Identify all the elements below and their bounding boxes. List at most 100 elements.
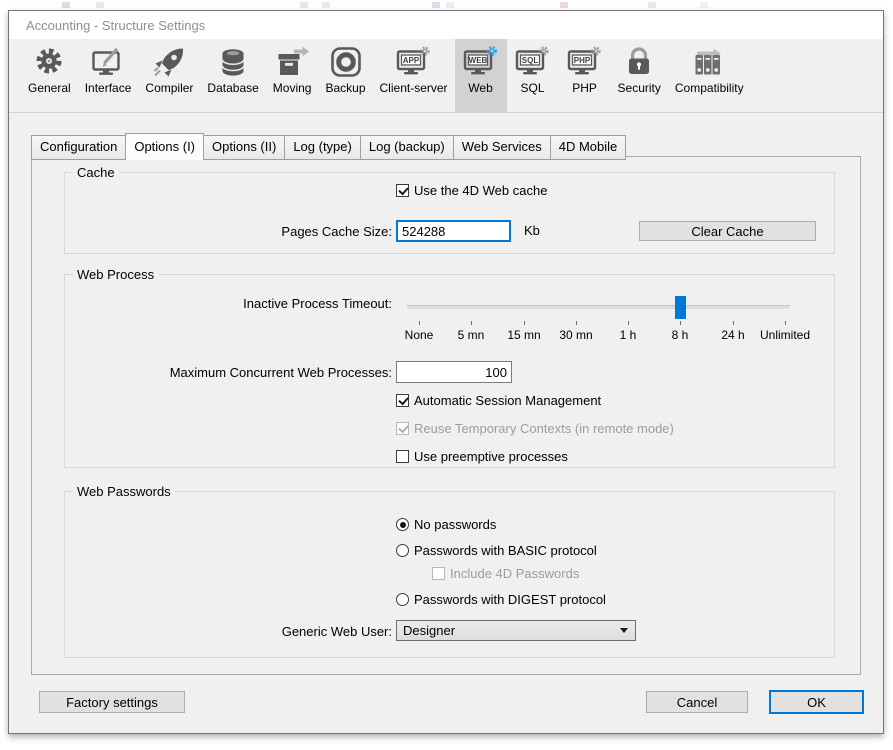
basic-protocol-radio[interactable] bbox=[396, 544, 409, 557]
slider-tick bbox=[471, 321, 472, 325]
clear-cache-button[interactable]: Clear Cache bbox=[639, 221, 816, 241]
cache-group-legend: Cache bbox=[73, 165, 119, 180]
include-4d-passwords-checkbox bbox=[432, 567, 445, 580]
cancel-button[interactable]: Cancel bbox=[646, 691, 748, 713]
timeout-slider-track[interactable] bbox=[407, 305, 790, 309]
tab-log-type[interactable]: Log (type) bbox=[285, 135, 361, 160]
toolbar-item-web[interactable]: WEB Web bbox=[455, 39, 507, 112]
automatic-session-row: Automatic Session Management bbox=[396, 393, 601, 408]
structure-settings-dialog: Accounting - Structure Settings General bbox=[8, 10, 884, 734]
toolbar-label: Client-server bbox=[380, 81, 448, 95]
svg-text:WEB: WEB bbox=[468, 56, 487, 65]
basic-protocol-label: Passwords with BASIC protocol bbox=[414, 543, 597, 558]
automatic-session-checkbox[interactable] bbox=[396, 394, 409, 407]
use-4d-web-cache-row: Use the 4D Web cache bbox=[396, 183, 547, 198]
toolbar-label: Backup bbox=[325, 81, 365, 95]
toolbar-item-backup[interactable]: Backup bbox=[318, 39, 372, 112]
svg-text:APP: APP bbox=[402, 56, 419, 65]
database-icon bbox=[214, 44, 252, 80]
basic-protocol-row: Passwords with BASIC protocol bbox=[396, 543, 597, 558]
slider-tick bbox=[785, 321, 786, 325]
toolbar-label: PHP bbox=[572, 81, 597, 95]
chevron-down-icon bbox=[620, 628, 628, 633]
toolbar-label: Moving bbox=[273, 81, 312, 95]
gear-icon bbox=[30, 44, 68, 80]
tab-4d-mobile[interactable]: 4D Mobile bbox=[551, 135, 627, 160]
web-monitor-gear-icon: WEB bbox=[462, 44, 500, 80]
digest-protocol-radio[interactable] bbox=[396, 593, 409, 606]
pages-cache-size-label: Pages Cache Size: bbox=[92, 224, 392, 239]
generic-web-user-dropdown[interactable]: Designer bbox=[396, 620, 636, 641]
tab-configuration[interactable]: Configuration bbox=[31, 135, 126, 160]
slider-tick bbox=[680, 321, 681, 325]
toolbar-item-security[interactable]: Security bbox=[611, 39, 668, 112]
toolbar-label: Interface bbox=[85, 81, 132, 95]
php-monitor-gear-icon: PHP bbox=[566, 44, 604, 80]
toolbar-item-php[interactable]: PHP PHP bbox=[559, 39, 611, 112]
digest-protocol-row: Passwords with DIGEST protocol bbox=[396, 592, 606, 607]
generic-web-user-label: Generic Web User: bbox=[92, 624, 392, 639]
generic-web-user-value: Designer bbox=[403, 623, 455, 638]
toolbar-item-interface[interactable]: Interface bbox=[78, 39, 139, 112]
sql-monitor-gear-icon: SQL bbox=[514, 44, 552, 80]
tab-options-1[interactable]: Options (I) bbox=[125, 133, 204, 160]
ok-button[interactable]: OK bbox=[769, 690, 864, 714]
timeout-slider-thumb[interactable] bbox=[675, 296, 686, 319]
monitor-pencil-icon bbox=[89, 44, 127, 80]
options-1-tab-panel: Cache Use the 4D Web cache Pages Cache S… bbox=[31, 156, 861, 675]
automatic-session-label: Automatic Session Management bbox=[414, 393, 601, 408]
rocket-icon bbox=[150, 44, 188, 80]
slider-tick-label: Unlimited bbox=[749, 328, 821, 342]
no-passwords-label: No passwords bbox=[414, 517, 496, 532]
reuse-contexts-checkbox bbox=[396, 422, 409, 435]
toolbar-label: Compatibility bbox=[675, 81, 744, 95]
preemptive-processes-label: Use preemptive processes bbox=[414, 449, 568, 464]
inactive-process-timeout-label: Inactive Process Timeout: bbox=[92, 296, 392, 311]
toolbar-label: Compiler bbox=[145, 81, 193, 95]
tab-options-2[interactable]: Options (II) bbox=[204, 135, 285, 160]
toolbar-item-sql[interactable]: SQL SQL bbox=[507, 39, 559, 112]
box-arrow-icon bbox=[273, 44, 311, 80]
toolbar-item-client-server[interactable]: APP Client-server bbox=[373, 39, 455, 112]
toolbar-label: Database bbox=[207, 81, 258, 95]
toolbar-label: General bbox=[28, 81, 71, 95]
pages-cache-size-input[interactable] bbox=[396, 220, 511, 242]
settings-tab-bar: Configuration Options (I) Options (II) L… bbox=[31, 135, 626, 160]
title-bar: Accounting - Structure Settings bbox=[9, 11, 883, 39]
padlock-icon bbox=[620, 44, 658, 80]
pages-cache-size-unit: Kb bbox=[524, 223, 540, 238]
toolbar-item-compiler[interactable]: Compiler bbox=[138, 39, 200, 112]
max-concurrent-processes-label: Maximum Concurrent Web Processes: bbox=[92, 365, 392, 380]
window-title: Accounting - Structure Settings bbox=[9, 11, 883, 33]
factory-settings-button[interactable]: Factory settings bbox=[39, 691, 185, 713]
toolbar-item-compatibility[interactable]: Compatibility bbox=[668, 39, 751, 112]
slider-tick bbox=[419, 321, 420, 325]
slider-tick bbox=[733, 321, 734, 325]
max-concurrent-processes-input[interactable] bbox=[396, 361, 512, 383]
tab-log-backup[interactable]: Log (backup) bbox=[361, 135, 454, 160]
app-monitor-gear-icon: APP bbox=[395, 44, 433, 80]
reuse-contexts-row: Reuse Temporary Contexts (in remote mode… bbox=[396, 421, 674, 436]
web-process-group-legend: Web Process bbox=[73, 267, 158, 282]
background-clutter bbox=[0, 0, 893, 10]
include-4d-passwords-row: Include 4D Passwords bbox=[432, 566, 579, 581]
lifebuoy-icon bbox=[327, 44, 365, 80]
preemptive-processes-row: Use preemptive processes bbox=[396, 449, 568, 464]
slider-tick bbox=[576, 321, 577, 325]
svg-text:PHP: PHP bbox=[573, 56, 590, 65]
use-4d-web-cache-label: Use the 4D Web cache bbox=[414, 183, 547, 198]
use-4d-web-cache-checkbox[interactable] bbox=[396, 184, 409, 197]
slider-tick bbox=[628, 321, 629, 325]
preemptive-processes-checkbox[interactable] bbox=[396, 450, 409, 463]
no-passwords-row: No passwords bbox=[396, 517, 496, 532]
no-passwords-radio[interactable] bbox=[396, 518, 409, 531]
include-4d-passwords-label: Include 4D Passwords bbox=[450, 566, 579, 581]
toolbar-label: SQL bbox=[521, 81, 545, 95]
toolbar-item-general[interactable]: General bbox=[21, 39, 78, 112]
toolbar-item-moving[interactable]: Moving bbox=[266, 39, 319, 112]
svg-text:SQL: SQL bbox=[521, 56, 538, 65]
toolbar-item-database[interactable]: Database bbox=[200, 39, 265, 112]
digest-protocol-label: Passwords with DIGEST protocol bbox=[414, 592, 606, 607]
tab-web-services[interactable]: Web Services bbox=[454, 135, 551, 160]
toolbar-label: Web bbox=[468, 81, 492, 95]
